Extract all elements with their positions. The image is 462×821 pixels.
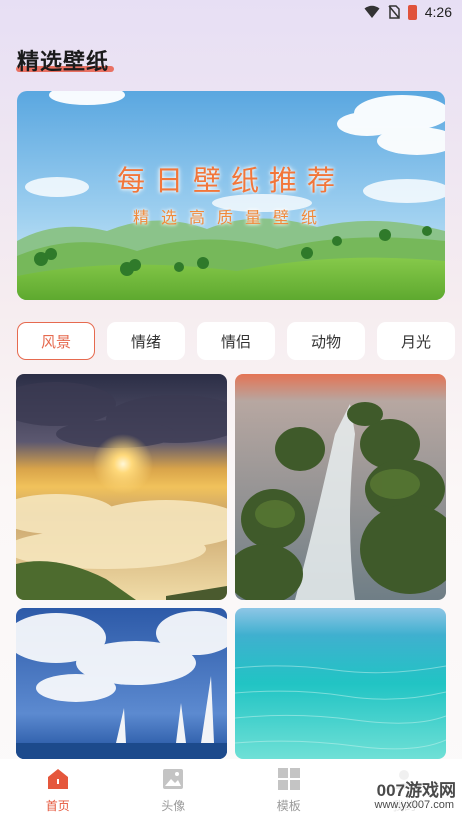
- daily-banner[interactable]: 每日壁纸推荐 精选高质量壁纸: [17, 91, 445, 300]
- wallpaper-image: [16, 374, 227, 600]
- nav-home-label: 首页: [45, 799, 70, 813]
- grid-icon: [277, 767, 301, 791]
- tab-couple[interactable]: 情侣: [197, 322, 275, 360]
- image-icon: [161, 767, 185, 791]
- tab-animal[interactable]: 动物: [287, 322, 365, 360]
- tab-mood[interactable]: 情绪: [107, 322, 185, 360]
- status-icons: 4:26: [364, 4, 452, 20]
- status-bar: 4:26: [0, 0, 462, 26]
- category-tabs: 风景 情绪 情侣 动物 月光: [17, 322, 455, 360]
- page-title: 精选壁纸: [17, 50, 110, 75]
- watermark-text: 007游戏网: [376, 781, 456, 800]
- tab-moonlight[interactable]: 月光: [377, 322, 455, 360]
- nav-avatar-label: 头像: [161, 799, 186, 813]
- nav-templates[interactable]: 模板: [231, 759, 347, 821]
- wallpaper-image: [235, 608, 446, 759]
- battery-icon: [407, 4, 417, 20]
- wallpaper-sailboats[interactable]: [16, 608, 227, 759]
- banner-subtitle: 精选高质量壁纸: [132, 208, 329, 227]
- banner-title: 每日壁纸推荐: [116, 164, 345, 197]
- clock: 4:26: [424, 4, 452, 20]
- wallpaper-image: [235, 374, 446, 600]
- wallpaper-mossy-rocks[interactable]: [235, 374, 446, 600]
- watermark-url: www.yx007.com: [374, 799, 454, 811]
- tab-scenery[interactable]: 风景: [17, 322, 95, 360]
- wallpaper-turquoise-sea[interactable]: [235, 608, 446, 759]
- nav-home[interactable]: 首页: [0, 759, 116, 821]
- nav-avatar[interactable]: 头像: [116, 759, 232, 821]
- no-sim-icon: [388, 5, 400, 19]
- wallpaper-image: [16, 608, 227, 759]
- home-icon: [46, 767, 70, 791]
- nav-templates-label: 模板: [276, 799, 301, 813]
- wifi-icon: [364, 5, 380, 18]
- wallpaper-sunset-clouds[interactable]: [16, 374, 227, 600]
